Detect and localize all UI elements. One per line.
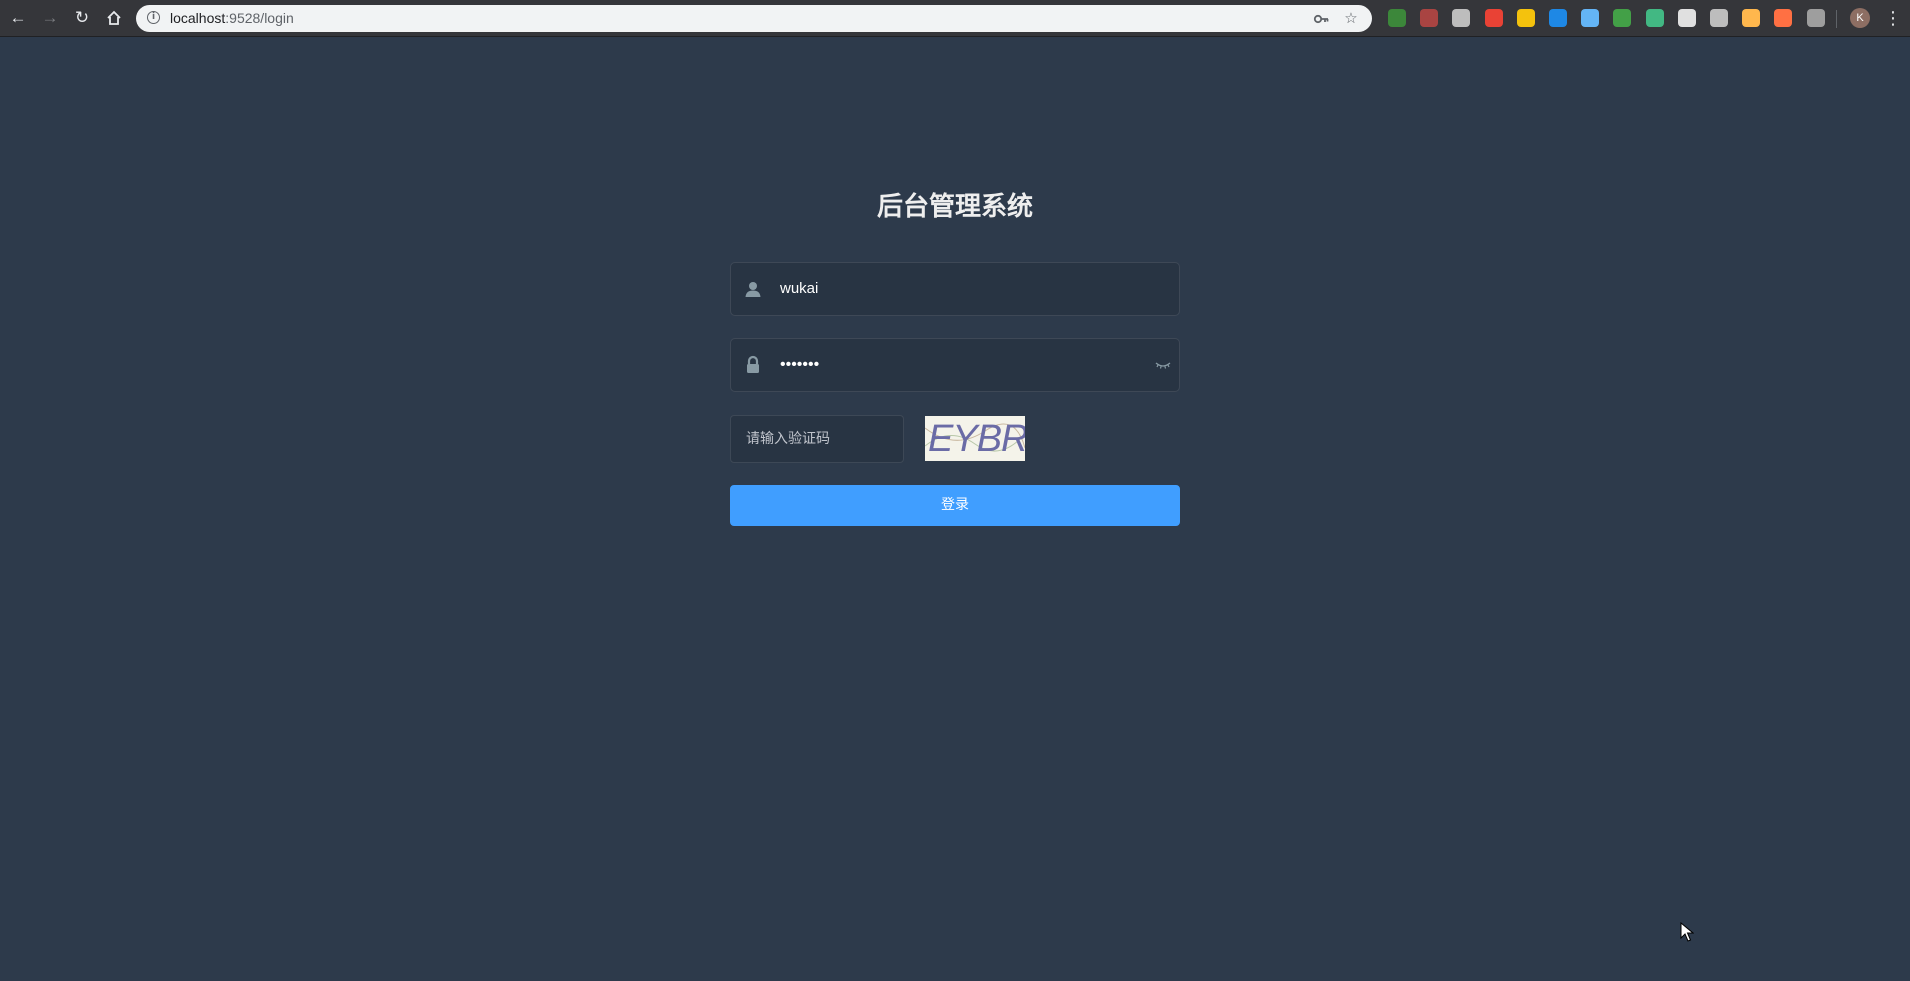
more-menu-icon[interactable]: ⋮ — [1884, 6, 1902, 30]
user-icon — [745, 282, 761, 297]
eye-closed-icon[interactable] — [1155, 357, 1171, 373]
page-title: 后台管理系统 — [876, 192, 1033, 222]
lock-icon — [747, 355, 759, 373]
note-ext-icon[interactable] — [1516, 9, 1535, 27]
captcha-image[interactable]: EYBR — [925, 416, 1025, 461]
site-info-icon[interactable]: i — [147, 11, 160, 24]
home-icon[interactable] — [102, 6, 126, 30]
signal-ext-icon[interactable] — [1806, 9, 1825, 27]
back-arrow-icon[interactable]: ← — [6, 6, 30, 30]
colorzilla-ext-icon[interactable] — [1484, 9, 1503, 27]
shield-ext-icon[interactable] — [1613, 9, 1632, 27]
key-icon[interactable] — [1310, 8, 1332, 30]
captcha-text: EYBR — [928, 418, 1025, 460]
mouse-cursor-icon — [1680, 922, 1694, 942]
password-input[interactable]: ••••••• — [765, 339, 1145, 391]
bookmark-ext-icon[interactable] — [1420, 9, 1439, 27]
profile-avatar[interactable]: K — [1850, 8, 1870, 28]
vue-ext-icon[interactable] — [1645, 9, 1664, 27]
username-form-item — [730, 262, 1180, 316]
forward-arrow-icon[interactable]: → — [38, 6, 62, 30]
username-input[interactable] — [765, 263, 1145, 315]
login-button[interactable]: 登录 — [730, 485, 1180, 526]
toolbar-separator — [1836, 10, 1837, 28]
gem-ext-icon[interactable] — [1581, 9, 1600, 27]
bird2-ext-icon[interactable] — [1774, 9, 1793, 27]
screen-ext-icon[interactable] — [1452, 9, 1471, 27]
password-form-item: ••••••• — [730, 338, 1180, 392]
captcha-input[interactable] — [730, 415, 904, 463]
url-text[interactable]: localhost:9528/login — [170, 5, 294, 32]
address-bar[interactable]: i localhost:9528/login ☆ — [136, 5, 1372, 32]
browser-toolbar: ← → ↻ i localhost:9528/login ☆ K ⋮ — [0, 0, 1910, 37]
login-form: 后台管理系统 ••••••• EYBR 登录 — [730, 180, 1180, 526]
reload-icon[interactable]: ↻ — [70, 6, 94, 30]
face-ext-icon[interactable] — [1742, 9, 1761, 27]
target-ext-icon[interactable] — [1710, 9, 1728, 27]
react-ext-icon[interactable] — [1677, 9, 1696, 27]
bird-ext-icon[interactable] — [1549, 9, 1567, 27]
node-ext-icon[interactable] — [1388, 9, 1406, 27]
bookmark-star-icon[interactable]: ☆ — [1340, 8, 1362, 30]
